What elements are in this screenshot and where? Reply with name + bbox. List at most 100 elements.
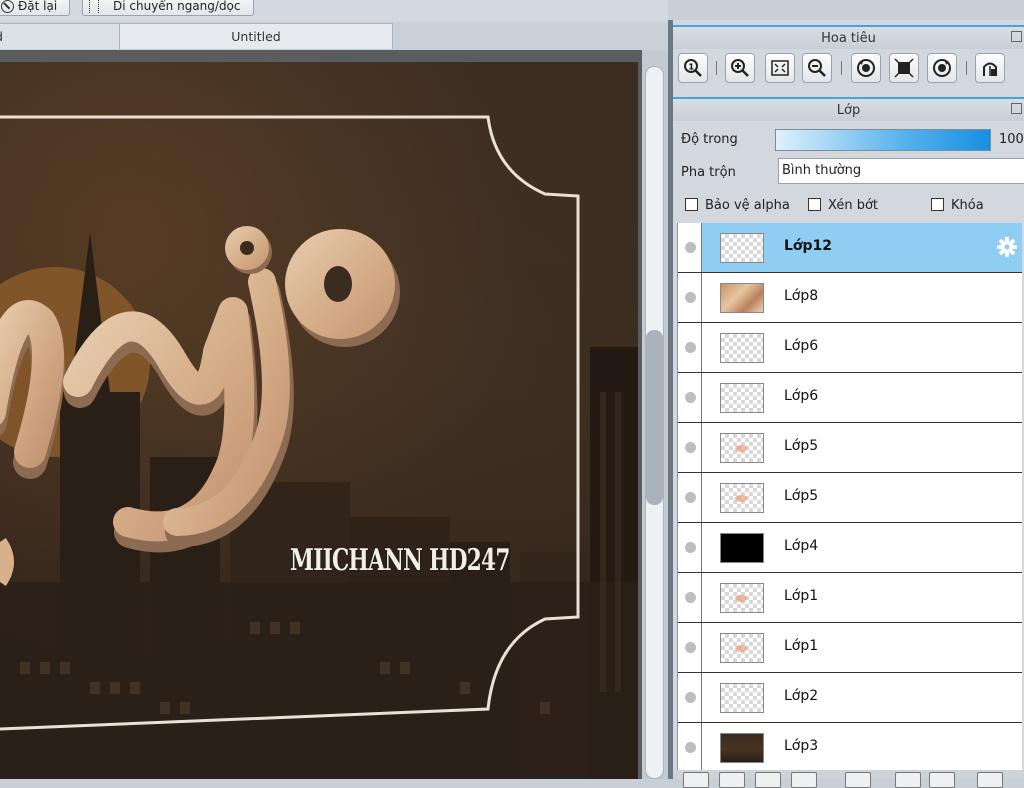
rotate-right-button[interactable] — [927, 53, 957, 83]
layer-row[interactable]: Lớp6 — [678, 373, 1022, 423]
opacity-slider[interactable] — [775, 129, 991, 151]
layer-thumbnail — [720, 533, 764, 563]
layer-row[interactable]: Lớp1 — [678, 573, 1022, 623]
visibility-toggle[interactable] — [678, 423, 702, 472]
flip-icon — [983, 62, 997, 76]
layer-row[interactable]: Lớp12 — [678, 223, 1022, 273]
new-layer-button[interactable] — [683, 772, 709, 788]
layer-row[interactable]: Lớp6 — [678, 323, 1022, 373]
layer-row-body[interactable]: Lớp8 — [702, 273, 1022, 322]
thumbnail-blob — [735, 495, 747, 502]
checkbox-box[interactable] — [931, 198, 944, 211]
svg-text:1: 1 — [689, 63, 695, 72]
layer-row-body[interactable]: Lớp4 — [702, 523, 1022, 572]
layer-row-body[interactable]: Lớp6 — [702, 373, 1022, 422]
layer-row-body[interactable]: Lớp5 — [702, 473, 1022, 522]
layer-thumbnail — [720, 583, 764, 613]
flip-horizontal-button[interactable] — [975, 53, 1005, 83]
layer-row[interactable]: Lớp5 — [678, 423, 1022, 473]
toolbar-separator — [966, 61, 967, 75]
merge-layer-button[interactable] — [845, 772, 871, 788]
fit-canvas-button[interactable] — [889, 53, 919, 83]
layer-row[interactable]: Lớp2 — [678, 673, 1022, 723]
tab-untitled[interactable]: Untitled — [119, 23, 393, 49]
scrollbar-thumb[interactable] — [646, 330, 663, 505]
zoom-out-button[interactable] — [802, 53, 832, 83]
checkbox-box[interactable] — [685, 198, 698, 211]
fit-canvas-icon — [894, 58, 914, 78]
popout-icon[interactable] — [1011, 31, 1022, 42]
navigator-toolbar: 1 — [673, 49, 1024, 89]
new-folder-button[interactable] — [755, 772, 781, 788]
visibility-dot-icon — [685, 342, 696, 353]
blend-mode-select[interactable]: Bình thường — [778, 158, 1024, 184]
layer-panel-title: Lớp — [673, 97, 1024, 121]
visibility-toggle[interactable] — [678, 373, 702, 422]
popout-icon[interactable] — [1011, 103, 1022, 114]
visibility-dot-icon — [685, 242, 696, 253]
visibility-toggle[interactable] — [678, 723, 702, 772]
protect-alpha-checkbox[interactable]: Bảo vệ alpha — [685, 198, 790, 213]
checkbox-box[interactable] — [808, 198, 821, 211]
layer-name: Lớp6 — [784, 338, 819, 354]
visibility-toggle[interactable] — [678, 223, 702, 272]
visibility-toggle[interactable] — [678, 573, 702, 622]
layer-row-body[interactable]: Lớp5 — [702, 423, 1022, 472]
protect-alpha-label: Bảo vệ alpha — [705, 198, 790, 213]
visibility-toggle[interactable] — [678, 673, 702, 722]
fit-window-icon — [771, 60, 789, 76]
clear-layer-button[interactable] — [895, 772, 921, 788]
layer-row[interactable]: Lớp3 — [678, 723, 1022, 773]
visibility-toggle[interactable] — [678, 473, 702, 522]
reset-button[interactable]: Đặt lại — [0, 0, 70, 16]
layer-row-body[interactable]: Lớp1 — [702, 623, 1022, 672]
visibility-toggle[interactable] — [678, 323, 702, 372]
actual-size-button[interactable]: 1 — [678, 53, 708, 83]
mask-button[interactable] — [929, 772, 955, 788]
drawing-canvas[interactable]: MIICHANN HD247 — [0, 62, 638, 779]
tab-untitled-label: Untitled — [231, 29, 281, 44]
blend-mode-label: Pha trộn — [681, 165, 736, 180]
layer-row-body[interactable]: Lớp12 — [702, 223, 1022, 272]
canvas-vertical-scrollbar[interactable] — [642, 50, 668, 779]
layer-name: Lớp1 — [784, 588, 819, 604]
rotate-left-button[interactable] — [851, 53, 881, 83]
layer-row[interactable]: Lớp8 — [678, 273, 1022, 323]
layer-name: Lớp3 — [784, 738, 819, 754]
move-horizontal-vertical-button[interactable]: Di chuyển ngang/dọc — [82, 0, 254, 16]
opacity-label: Độ trong — [681, 132, 738, 147]
visibility-toggle[interactable] — [678, 623, 702, 672]
clipping-label: Xén bớt — [828, 198, 878, 213]
layer-row-body[interactable]: Lớp2 — [702, 673, 1022, 722]
move-label: Di chuyển ngang/dọc — [113, 0, 241, 13]
copy-layer-button[interactable] — [791, 772, 817, 788]
tab-previous-document[interactable]: d — [0, 23, 120, 49]
layer-row-body[interactable]: Lớp3 — [702, 723, 1022, 772]
visibility-toggle[interactable] — [678, 523, 702, 572]
zoom-in-button[interactable] — [725, 53, 755, 83]
layer-row[interactable]: Lớp4 — [678, 523, 1022, 573]
visibility-dot-icon — [685, 492, 696, 503]
layer-title-label: Lớp — [836, 103, 861, 118]
new-raster-button[interactable] — [719, 772, 745, 788]
right-panel: Hoa tiêu 1 Lớp Độ trong 100 Pha trộn Bìn… — [673, 20, 1024, 788]
toolbar-separator — [841, 61, 842, 75]
delete-layer-icon[interactable] — [977, 772, 1003, 788]
layer-row[interactable]: Lớp5 — [678, 473, 1022, 523]
layer-thumbnail — [720, 683, 764, 713]
visibility-toggle[interactable] — [678, 273, 702, 322]
lock-checkbox[interactable]: Khóa — [931, 198, 984, 213]
fit-window-button[interactable] — [765, 53, 795, 83]
layer-row-body[interactable]: Lớp1 — [702, 573, 1022, 622]
visibility-dot-icon — [685, 742, 696, 753]
clipping-checkbox[interactable]: Xén bớt — [808, 198, 878, 213]
toolbar-separator — [716, 61, 717, 75]
gear-icon[interactable] — [996, 236, 1018, 258]
reset-icon — [1, 0, 14, 13]
rotate-right-icon — [933, 59, 951, 77]
layer-name: Lớp1 — [784, 638, 819, 654]
layer-actions-bar — [673, 770, 1024, 788]
layer-row-body[interactable]: Lớp6 — [702, 323, 1022, 372]
layer-row[interactable]: Lớp1 — [678, 623, 1022, 673]
layer-name: Lớp12 — [784, 238, 833, 254]
